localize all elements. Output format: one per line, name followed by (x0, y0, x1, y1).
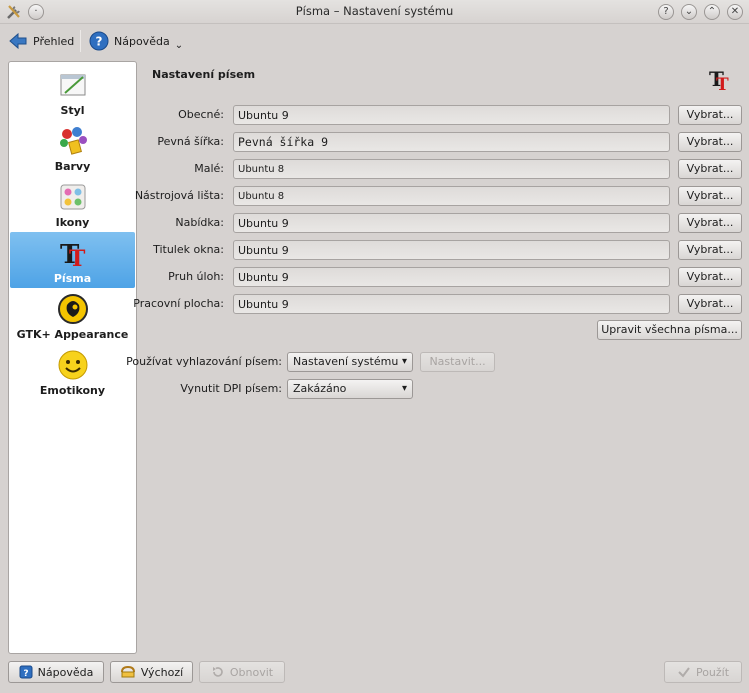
taskbar-font-field: Ubuntu 9 (233, 267, 670, 287)
overview-button[interactable]: Přehled (8, 28, 74, 54)
svg-text:?: ? (96, 35, 103, 49)
undo-icon (212, 667, 223, 677)
configure-antialias-button[interactable]: Nastavit... (420, 352, 495, 372)
footer-help-label: Nápověda (37, 665, 94, 679)
sidebar-item-label: Barvy (54, 160, 91, 173)
svg-text:?: ? (23, 669, 28, 679)
title-bar: · Písma – Nastavení systému ? ⌄ ⌃ ✕ (0, 0, 749, 24)
antialias-value: Nastavení systému (293, 355, 399, 368)
taskbar-font-choose-button[interactable]: Vybrat... (678, 267, 742, 287)
menu-font-label: Nabídka: (175, 216, 224, 229)
fonts-icon: T T (60, 240, 86, 269)
fixed-width-font-label: Pevná šířka: (157, 135, 224, 148)
help-book-icon: ? (19, 665, 33, 679)
antialias-select[interactable]: Nastavení systému ▾ (287, 352, 413, 372)
section-title: Nastavení písem (152, 68, 256, 81)
fixed-width-font-choose-button[interactable]: Vybrat... (678, 132, 742, 152)
general-font-label: Obecné: (178, 108, 224, 121)
adjust-all-fonts-button[interactable]: Upravit všechna písma... (597, 320, 742, 340)
svg-text:T: T (716, 75, 729, 92)
apply-label: Použít (695, 665, 730, 679)
window-title: Písma – Nastavení systému (295, 4, 454, 18)
close-button[interactable]: ✕ (727, 4, 743, 20)
minimize-button[interactable]: ⌄ (681, 4, 697, 20)
overview-label: Přehled (33, 34, 75, 48)
toolbar-font-choose-button[interactable]: Vybrat... (678, 186, 742, 206)
category-sidebar: Styl Barvy Ikony T T Písma GTK+ Appearan… (8, 61, 137, 654)
desktop-font-choose-button[interactable]: Vybrat... (678, 294, 742, 314)
force-dpi-value: Zakázáno (293, 382, 347, 395)
help-icon: ? (89, 31, 109, 51)
menu-font-choose-button[interactable]: Vybrat... (678, 213, 742, 233)
fixed-width-font-field: Pevná šířka 9 (233, 132, 670, 152)
apply-button[interactable]: Použít (664, 661, 742, 683)
defaults-button[interactable]: Výchozí (110, 661, 193, 683)
checkmark-icon (678, 667, 690, 678)
toolbar-separator (80, 30, 81, 52)
toolbar-font-label: Nástrojová lišta: (134, 189, 224, 202)
sidebar-item-pisma[interactable]: T T Písma (10, 232, 135, 288)
colors-icon (60, 127, 87, 155)
back-arrow-icon (9, 32, 27, 50)
small-font-field: Ubuntu 8 (233, 159, 670, 179)
small-font-choose-button[interactable]: Vybrat... (678, 159, 742, 179)
general-font-choose-button[interactable]: Vybrat... (678, 105, 742, 125)
toolbar-font-field: Ubuntu 8 (233, 186, 670, 206)
sidebar-item-barvy[interactable]: Barvy (10, 120, 135, 176)
sidebar-item-styl[interactable]: Styl (10, 64, 135, 120)
defaults-icon (120, 665, 135, 678)
chevron-down-icon: ▾ (401, 383, 407, 394)
help-label: Nápověda (114, 34, 170, 48)
general-font-field: Ubuntu 9 (233, 105, 670, 125)
taskbar-font-label: Pruh úloh: (168, 270, 224, 283)
window-title-font-label: Titulek okna: (153, 243, 224, 256)
sidebar-item-ikony[interactable]: Ikony (10, 176, 135, 232)
small-font-label: Malé: (194, 162, 224, 175)
sidebar-item-label: Styl (60, 104, 85, 117)
window-title-font-field: Ubuntu 9 (233, 240, 670, 260)
antialias-label: Používat vyhlazování písem: (126, 355, 282, 368)
help-menu-button[interactable]: ? Nápověda ⌄ (89, 28, 183, 54)
style-icon (60, 74, 86, 96)
emoticons-icon (58, 350, 88, 380)
sidebar-item-label: Písma (53, 272, 92, 285)
sidebar-item-label: Emotikony (39, 384, 106, 397)
gtk-icon (58, 294, 88, 324)
sidebar-item-emotikony[interactable]: Emotikony (10, 344, 135, 400)
maximize-button[interactable]: ⌃ (704, 4, 720, 20)
chevron-down-icon: ⌄ (174, 39, 184, 51)
help-window-button[interactable]: ? (658, 4, 674, 20)
toolbar: Přehled ? Nápověda ⌄ (0, 24, 749, 58)
svg-text:T: T (69, 246, 86, 269)
force-dpi-select[interactable]: Zakázáno ▾ (287, 379, 413, 399)
desktop-font-field: Ubuntu 9 (233, 294, 670, 314)
sidebar-item-label: GTK+ Appearance (16, 328, 129, 341)
chevron-down-icon: ▾ (401, 356, 407, 367)
reset-button[interactable]: Obnovit (199, 661, 285, 683)
sidebar-item-gtk-appearance[interactable]: GTK+ Appearance (10, 288, 135, 344)
icons-icon (60, 184, 86, 210)
window-title-font-choose-button[interactable]: Vybrat... (678, 240, 742, 260)
sidebar-item-label: Ikony (55, 216, 90, 229)
desktop-font-label: Pracovní plocha: (133, 297, 224, 310)
menu-font-field: Ubuntu 9 (233, 213, 670, 233)
footer-help-button[interactable]: ? Nápověda (8, 661, 104, 683)
force-dpi-label: Vynutit DPI písem: (180, 382, 282, 395)
defaults-label: Výchozí (140, 665, 184, 679)
reset-label: Obnovit (229, 665, 274, 679)
fonts-header-icon: T T (709, 67, 729, 92)
